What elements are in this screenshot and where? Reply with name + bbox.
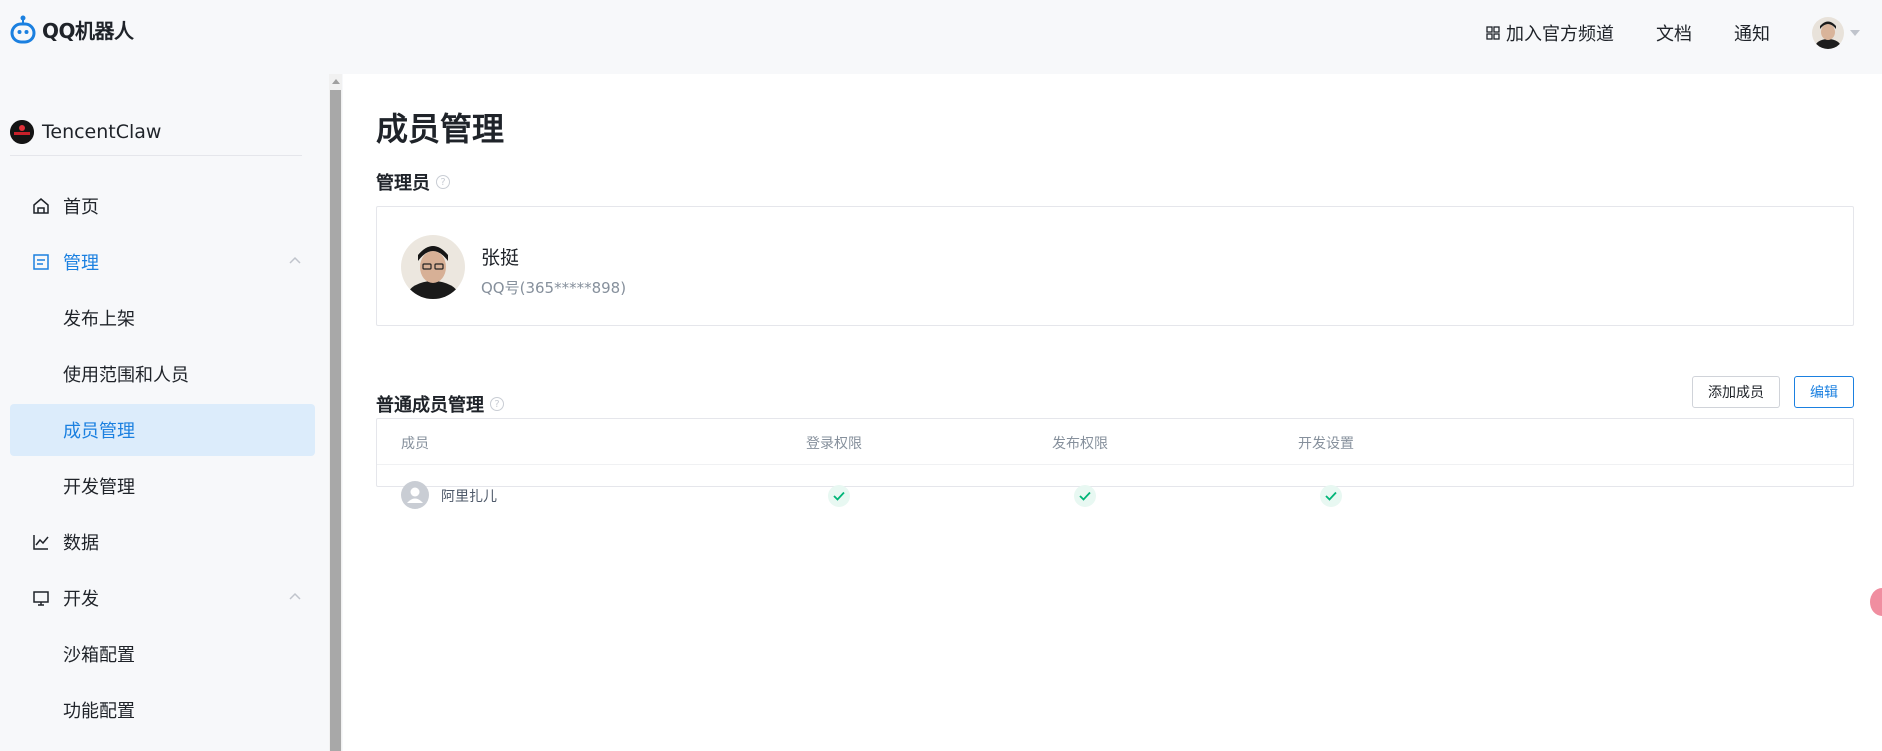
sidebar: TencentClaw 首页 管理 发布上架 使用范围和人员 成员管理 开发管理… bbox=[0, 74, 330, 751]
admin-name: 张挺 bbox=[481, 247, 520, 269]
page-title: 成员管理 bbox=[376, 110, 505, 148]
sidebar-menu: 首页 管理 发布上架 使用范围和人员 成员管理 开发管理 数据 开发 沙箱配置 bbox=[10, 180, 315, 740]
user-avatar-image bbox=[1812, 17, 1844, 49]
help-icon[interactable]: ? bbox=[436, 175, 450, 189]
robot-logo-icon bbox=[10, 15, 36, 44]
monitor-icon bbox=[30, 587, 52, 609]
members-table: 成员 登录权限 发布权限 开发设置 阿里扎儿 bbox=[376, 418, 1854, 509]
user-avatar[interactable] bbox=[1812, 17, 1844, 49]
member-avatar-icon bbox=[401, 481, 429, 509]
logo[interactable]: QQ机器人 bbox=[10, 14, 134, 44]
home-icon bbox=[30, 195, 52, 217]
sidebar-item-dev-management[interactable]: 开发管理 bbox=[10, 460, 315, 512]
admin-avatar-image bbox=[401, 235, 465, 299]
member-name: 阿里扎儿 bbox=[441, 489, 497, 505]
members-section-label: 普通成员管理 bbox=[376, 395, 484, 416]
manage-icon bbox=[30, 251, 52, 273]
notifications-link[interactable]: 通知 bbox=[1734, 20, 1770, 46]
login-permission-check-icon bbox=[828, 485, 850, 507]
grid-icon bbox=[1486, 26, 1500, 40]
edit-button[interactable]: 编辑 bbox=[1794, 376, 1854, 408]
sidebar-item-label: 使用范围和人员 bbox=[63, 365, 189, 386]
sidebar-item-label: 沙箱配置 bbox=[63, 645, 135, 666]
scrollbar-thumb[interactable] bbox=[330, 90, 341, 751]
sidebar-item-sandbox-config[interactable]: 沙箱配置 bbox=[10, 628, 315, 680]
chevron-up-icon[interactable] bbox=[289, 256, 301, 264]
sidebar-scrollbar[interactable] bbox=[329, 74, 342, 751]
scroll-up-arrow-icon[interactable] bbox=[329, 78, 342, 88]
admin-qq-number: QQ号(365*****898) bbox=[481, 279, 627, 297]
sidebar-item-label: 成员管理 bbox=[63, 421, 135, 442]
sidebar-item-label: 首页 bbox=[63, 197, 99, 218]
table-header: 成员 登录权限 发布权限 开发设置 bbox=[377, 419, 1853, 465]
top-bar: QQ机器人 加入官方频道 文档 通知 bbox=[0, 0, 1882, 74]
sidebar-item-scope-members[interactable]: 使用范围和人员 bbox=[10, 348, 315, 400]
chart-icon bbox=[30, 531, 52, 553]
sidebar-item-label: 发布上架 bbox=[63, 309, 135, 330]
sidebar-item-manage[interactable]: 管理 bbox=[10, 236, 315, 288]
column-header-login: 登录权限 bbox=[806, 436, 862, 452]
sidebar-item-home[interactable]: 首页 bbox=[10, 180, 315, 232]
admin-card: 张挺 QQ号(365*****898) bbox=[376, 206, 1854, 326]
column-header-publish: 发布权限 bbox=[1052, 436, 1108, 452]
dev-setting-check-icon bbox=[1320, 485, 1342, 507]
avatar bbox=[401, 235, 465, 299]
docs-label: 文档 bbox=[1656, 24, 1692, 45]
sidebar-item-member-management[interactable]: 成员管理 bbox=[10, 404, 315, 456]
sidebar-item-label: 数据 bbox=[63, 533, 99, 554]
chevron-up-icon[interactable] bbox=[289, 592, 301, 600]
docs-link[interactable]: 文档 bbox=[1656, 20, 1692, 46]
table-row: 阿里扎儿 bbox=[377, 465, 1853, 527]
project-name: TencentClaw bbox=[42, 120, 162, 143]
sidebar-item-publish[interactable]: 发布上架 bbox=[10, 292, 315, 344]
notifications-label: 通知 bbox=[1734, 24, 1770, 45]
join-channel-link[interactable]: 加入官方频道 bbox=[1486, 20, 1614, 46]
top-nav: 加入官方频道 文档 通知 bbox=[1444, 16, 1860, 50]
project-switcher[interactable]: TencentClaw bbox=[10, 116, 302, 156]
user-menu-chevron-icon[interactable] bbox=[1850, 30, 1860, 36]
help-icon[interactable]: ? bbox=[490, 397, 504, 411]
sidebar-item-data[interactable]: 数据 bbox=[10, 516, 315, 568]
sidebar-item-label: 功能配置 bbox=[63, 701, 135, 722]
admin-section-label: 管理员 bbox=[376, 173, 430, 194]
admin-section-title: 管理员 ? bbox=[376, 169, 450, 195]
sidebar-item-label: 开发管理 bbox=[63, 477, 135, 498]
add-member-button[interactable]: 添加成员 bbox=[1692, 376, 1780, 408]
sidebar-item-feature-config[interactable]: 功能配置 bbox=[10, 684, 315, 736]
sidebar-item-label: 开发 bbox=[63, 589, 99, 610]
join-channel-label: 加入官方频道 bbox=[1506, 24, 1614, 45]
members-section-title: 普通成员管理 ? bbox=[376, 391, 504, 417]
logo-text: QQ机器人 bbox=[42, 18, 134, 43]
project-logo-icon bbox=[10, 119, 34, 144]
main-content: 成员管理 管理员 ? 张挺 QQ号(365*****898) 普通成员管理 ? … bbox=[343, 74, 1882, 751]
publish-permission-check-icon bbox=[1074, 485, 1096, 507]
column-header-member: 成员 bbox=[401, 436, 429, 452]
sidebar-item-develop[interactable]: 开发 bbox=[10, 572, 315, 624]
column-header-dev: 开发设置 bbox=[1298, 436, 1354, 452]
sidebar-item-label: 管理 bbox=[63, 253, 99, 274]
